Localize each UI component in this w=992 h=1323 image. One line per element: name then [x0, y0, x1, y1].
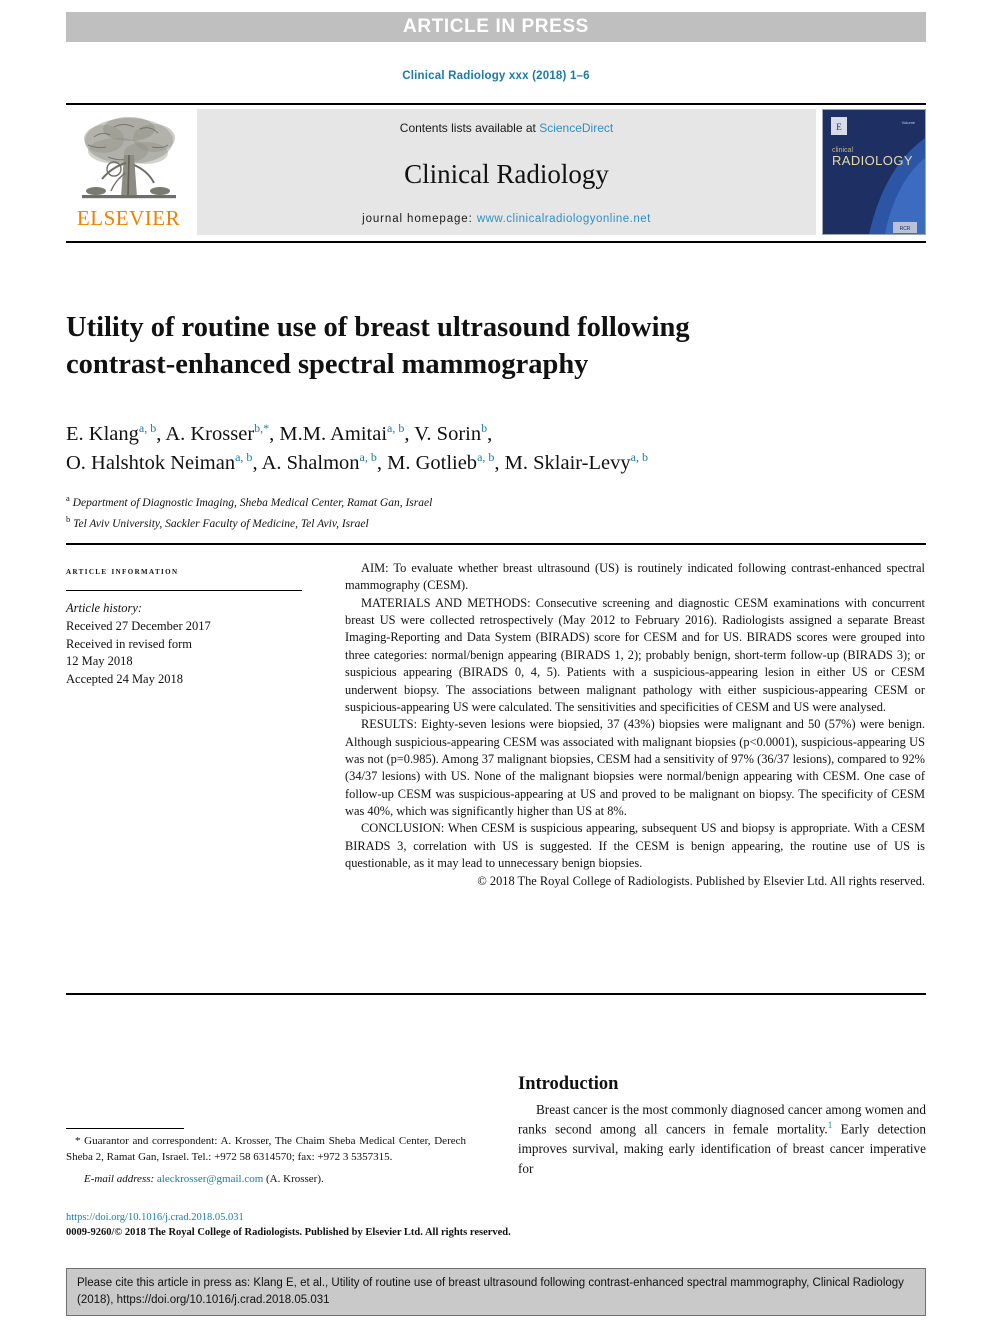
author-affiliation-marker: a, b	[235, 450, 253, 465]
author-entry: A. Shalmona, b	[261, 450, 377, 475]
author-affiliation-marker: a, b	[359, 450, 377, 465]
journal-running-head: Clinical Radiology xxx (2018) 1–6	[402, 70, 590, 82]
author-entry: A. Krosserb,*	[165, 421, 270, 445]
elsevier-tree-icon	[81, 117, 176, 199]
svg-text:RCR: RCR	[900, 226, 911, 232]
introduction-heading: Introduction	[518, 1074, 619, 1095]
article-accepted-date: Accepted 24 May 2018	[66, 672, 183, 686]
article-revised-label: Received in revised form	[66, 636, 192, 651]
author-name: A. Shalmon	[261, 452, 360, 475]
article-history: Article history: Received 27 December 20…	[66, 600, 316, 689]
masthead-bottom-rule	[66, 241, 926, 243]
footnote-separator-rule	[66, 1128, 184, 1129]
author-entry: M. Gotlieba, b	[387, 450, 495, 475]
issn-copyright-line: 0009-9260/© 2018 The Royal College of Ra…	[66, 1227, 511, 1238]
abstract-bottom-rule	[66, 993, 926, 995]
author-entry: M. Sklair-Levya, b	[504, 450, 648, 475]
author-name: M. Sklair-Levy	[504, 452, 631, 475]
article-history-label: Article history:	[66, 601, 143, 615]
journal-title: Clinical Radiology	[404, 158, 609, 189]
author-affiliation-marker: a, b	[477, 450, 495, 465]
svg-text:Volume: Volume	[902, 120, 916, 125]
author-affiliation-marker: a, b	[630, 450, 648, 465]
sciencedirect-link[interactable]: ScienceDirect	[539, 121, 613, 135]
author-entry: M.M. Amitaia, b	[279, 421, 405, 445]
abstract-copyright: © 2018 The Royal College of Radiologists…	[477, 874, 925, 889]
author-entry: O. Halshtok Neimana, b	[66, 450, 253, 475]
article-in-press-label: ARTICLE IN PRESS	[403, 16, 589, 37]
abstract-aim: AIM: To evaluate whether breast ultrasou…	[345, 561, 925, 593]
page-title: Utility of routine use of breast ultraso…	[66, 312, 690, 381]
elsevier-wordmark: ELSEVIER	[76, 206, 181, 230]
journal-cover-thumbnail: E Volume clinical RADIOLOGY RCR	[822, 109, 926, 235]
footnote-block: * Guarantor and correspondent: A. Krosse…	[66, 1134, 466, 1188]
journal-homepage-label: journal homepage:	[362, 213, 477, 225]
author-name: O. Halshtok Neiman	[66, 452, 236, 475]
author-entry: V. Sorinb	[414, 421, 488, 445]
journal-cover-art: E Volume clinical RADIOLOGY RCR	[823, 110, 925, 234]
author-affiliation-marker: a, b	[138, 421, 157, 436]
author-name: A. Krosser	[165, 423, 255, 445]
author-affiliation-marker: b,*	[254, 421, 270, 436]
author-affiliation-marker: b	[481, 421, 488, 436]
article-information-heading: article information	[66, 566, 179, 577]
author-entry: E. Klanga, b	[66, 421, 157, 445]
affiliation-marker: a	[66, 493, 70, 503]
article-information-rule	[66, 590, 302, 591]
affiliation-list: a Department of Diagnostic Imaging, Sheb…	[66, 492, 766, 533]
author-name: E. Klang	[66, 423, 139, 445]
contents-lists-line: Contents lists available at ScienceDirec…	[400, 121, 613, 135]
article-revised-date: 12 May 2018	[66, 654, 133, 669]
elsevier-logo: ELSEVIER	[66, 105, 191, 239]
author-list: E. Klanga, b, A. Krosserb,*, M.M. Amitai…	[66, 421, 648, 475]
svg-text:RADIOLOGY: RADIOLOGY	[832, 153, 913, 168]
journal-masthead: ELSEVIER Contents lists available at Sci…	[66, 103, 926, 239]
introduction-body: Breast cancer is the most commonly diagn…	[518, 1100, 926, 1178]
affiliation-marker: b	[66, 513, 71, 524]
introduction-paragraph: Breast cancer is the most commonly diagn…	[518, 1100, 926, 1178]
contents-lists-prefix: Contents lists available at	[399, 121, 540, 135]
author-name: M. Gotlieb	[387, 452, 478, 475]
email-address-note: E-mail address: aleckrosser@gmail.com (A…	[66, 1172, 466, 1188]
abstract-conclusion: CONCLUSION: When CESM is suspicious appe…	[345, 821, 925, 871]
abstract-body: AIM: To evaluate whether breast ultrasou…	[345, 560, 925, 891]
masthead-center-panel: Contents lists available at ScienceDirec…	[197, 109, 816, 235]
abstract-results: RESULTS: Eighty-seven lesions were biops…	[345, 717, 925, 819]
email-address-suffix: (A. Krosser).	[263, 1173, 324, 1186]
article-in-press-banner: ARTICLE IN PRESS	[66, 12, 926, 42]
affiliation-item: b Tel Aviv University, Sackler Faculty o…	[66, 513, 766, 534]
abstract-top-rule	[66, 543, 926, 545]
email-address-link[interactable]: aleckrosser@gmail.com	[157, 1173, 263, 1185]
email-address-label: E-mail address:	[84, 1173, 157, 1186]
author-name: V. Sorin	[414, 423, 482, 445]
author-affiliation-marker: a, b	[387, 421, 405, 436]
abstract-materials-and-methods: MATERIALS AND METHODS: Consecutive scree…	[345, 595, 925, 714]
corresponding-author-note: * Guarantor and correspondent: A. Krosse…	[66, 1135, 466, 1163]
journal-homepage-link[interactable]: www.clinicalradiologyonline.net	[477, 213, 651, 225]
svg-text:E: E	[836, 122, 842, 132]
affiliation-item: a Department of Diagnostic Imaging, Sheb…	[66, 492, 766, 513]
journal-homepage-line: journal homepage: www.clinicalradiologyo…	[362, 213, 651, 225]
doi-link[interactable]: https://doi.org/10.1016/j.crad.2018.05.0…	[66, 1212, 244, 1223]
author-name: M.M. Amitai	[279, 423, 388, 445]
please-cite-box: Please cite this article in press as: Kl…	[66, 1268, 926, 1316]
affiliation-text: Department of Diagnostic Imaging, Sheba …	[72, 496, 433, 509]
article-received-date: Received 27 December 2017	[66, 618, 211, 633]
affiliation-text: Tel Aviv University, Sackler Faculty of …	[73, 517, 369, 530]
